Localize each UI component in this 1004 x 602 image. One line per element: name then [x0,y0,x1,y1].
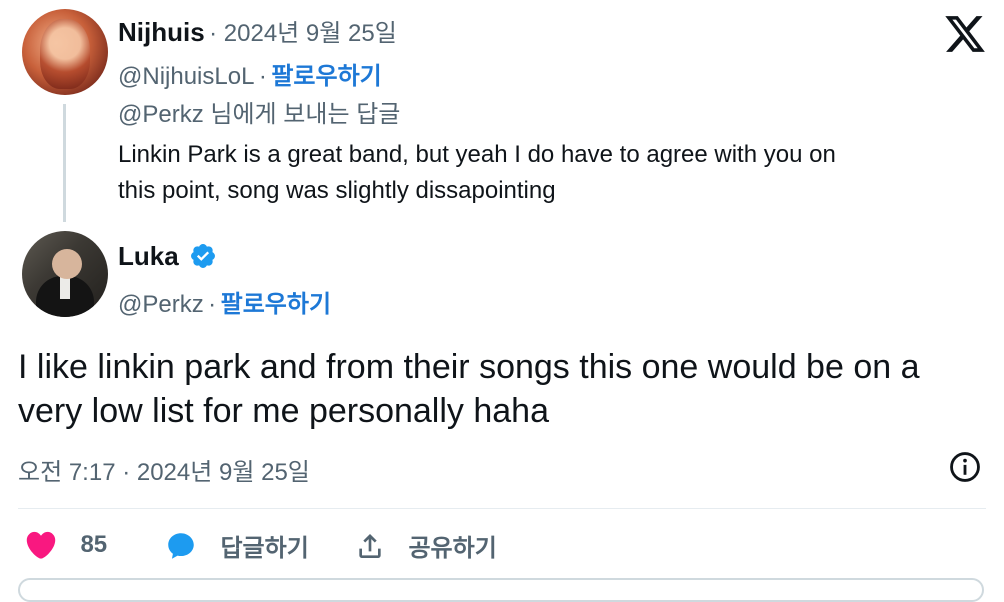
info-icon[interactable] [948,450,982,484]
avatar-luka[interactable] [22,231,108,317]
reply-button[interactable]: 답글하기 [164,528,309,563]
reply-separator: · [258,63,267,90]
reply-handle[interactable]: @NijhuisLoL [118,63,254,90]
main-separator: · [208,291,217,318]
verified-badge-icon [191,244,216,268]
avatar-nijhuis[interactable] [22,9,108,95]
main-timestamp[interactable]: 오전 7:17 · 2024년 9월 25일 [18,452,310,487]
share-icon [359,533,381,558]
x-logo-icon[interactable] [943,12,987,56]
main-follow-link[interactable]: 팔로우하기 [221,291,331,318]
reply-handle-row: @NijhuisLoL · 팔로우하기 [118,56,382,91]
reply-header: Nijhuis · 2024년 9월 25일 [118,13,397,48]
reply-text-line-2: this point, song was slightly dissapoint… [118,177,556,204]
share-label: 공유하기 [408,535,497,562]
reply-follow-link[interactable]: 팔로우하기 [271,63,381,90]
thread-line [63,104,66,222]
like-count: 85 [80,531,108,558]
speech-bubble-icon [168,532,194,559]
reply-label: 답글하기 [220,535,309,562]
reply-composer-edge[interactable] [18,578,984,602]
main-handle[interactable]: @Perkz [118,291,204,318]
main-header: Luka [118,241,217,272]
reply-date[interactable]: · 2024년 9월 25일 [209,20,397,47]
main-handle-row: @Perkz · 팔로우하기 [118,284,331,319]
heart-icon [26,531,56,559]
main-text-line-2: very low list for me personally haha [18,392,550,430]
replying-to: @Perkz 님에게 보내는 답글 [118,101,401,128]
like-button[interactable]: 85 [24,528,107,562]
share-button[interactable]: 공유하기 [354,528,497,563]
divider [18,508,986,509]
main-text-line-1: I like linkin park and from their songs … [18,348,920,386]
reply-text-line-1: Linkin Park is a great band, but yeah I … [118,141,836,168]
reply-author-name[interactable]: Nijhuis [118,17,205,47]
main-author-name[interactable]: Luka [118,241,179,271]
